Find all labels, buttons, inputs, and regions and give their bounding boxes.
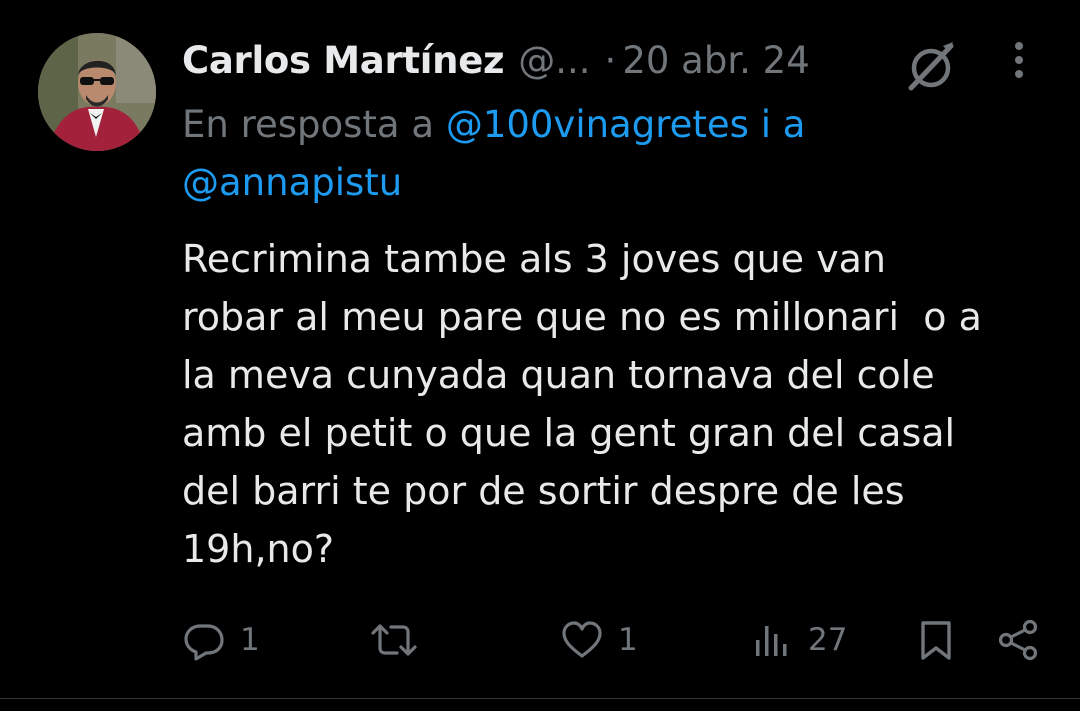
more-vertical-icon[interactable] [1004, 40, 1034, 80]
reply-context: En resposta a @100vinagretes i a @annapi… [182, 96, 962, 212]
like-button[interactable]: 1 [560, 610, 638, 670]
header-separator: · [604, 38, 617, 82]
tweet[interactable]: Carlos Martínez @... · 20 abr. 24 En res… [0, 0, 1080, 711]
bookmark-icon [921, 621, 951, 660]
retweet-icon [371, 624, 417, 656]
bookmark-button[interactable] [914, 610, 958, 670]
reply-prefix: En resposta a [182, 103, 446, 146]
avatar-image [38, 33, 156, 151]
avatar[interactable] [38, 33, 156, 151]
retweet-button[interactable] [370, 610, 432, 670]
grok-icon[interactable] [903, 38, 959, 94]
views-icon [756, 626, 787, 656]
action-bar: 1 1 27 [0, 610, 1080, 670]
reply-joiner: i a [748, 103, 806, 146]
divider [0, 698, 1080, 699]
reply-icon [184, 624, 224, 661]
mention-annapistu[interactable]: @annapistu [182, 161, 402, 204]
tweet-text: Recrimina tambe als 3 joves que van roba… [182, 237, 982, 571]
mention-100vinagretes[interactable]: @100vinagretes [446, 103, 749, 146]
author-name[interactable]: Carlos Martínez [182, 39, 505, 82]
views-button[interactable]: 27 [750, 610, 847, 670]
author-handle[interactable]: @... [518, 39, 590, 82]
share-button[interactable] [996, 610, 1040, 670]
like-count: 1 [618, 622, 638, 658]
views-count: 27 [808, 622, 848, 658]
heart-icon [562, 621, 602, 658]
reply-button[interactable]: 1 [182, 610, 260, 670]
tweet-date[interactable]: 20 abr. 24 [622, 39, 809, 82]
share-icon [998, 619, 1038, 661]
reply-count: 1 [240, 622, 260, 658]
tweet-header: Carlos Martínez @... · 20 abr. 24 [182, 34, 810, 86]
